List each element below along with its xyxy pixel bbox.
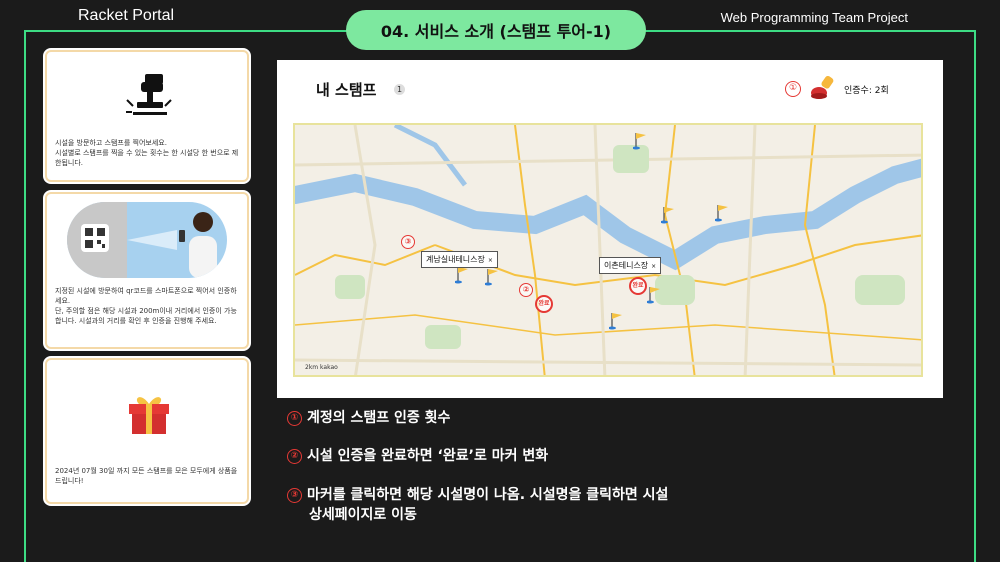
- project-name: Web Programming Team Project: [720, 10, 908, 25]
- facility-label-gyenam[interactable]: 계남실내테니스장 ×: [421, 251, 498, 268]
- annotation-marker-3: ③: [401, 235, 415, 249]
- stamp-info-desc: 시설을 방문하고 스탬프를 찍어보세요. 시설별로 스탬프를 찍을 수 있는 횟…: [55, 139, 239, 167]
- rubber-stamp-icon: [811, 75, 834, 99]
- slide-title: 04. 서비스 소개 (스탬프 투어-1): [346, 10, 646, 50]
- frame-left-line: [24, 30, 26, 562]
- facility-flag-icon[interactable]: [455, 265, 469, 285]
- facility-flag-icon[interactable]: [633, 131, 647, 151]
- my-stamps-badge: 1: [394, 84, 405, 95]
- note-item: ③ 마커를 클릭하면 해당 시설명이 나옴. 시설명을 클릭하면 시설 상세페이지…: [287, 485, 757, 525]
- note-number: ③: [287, 488, 302, 503]
- facility-flag-icon[interactable]: [485, 267, 499, 287]
- close-icon[interactable]: ×: [651, 263, 656, 270]
- done-marker[interactable]: 완료: [535, 295, 553, 313]
- close-icon[interactable]: ×: [488, 257, 493, 264]
- note-text: 마커를 클릭하면 해당 시설명이 나옴. 시설명을 클릭하면 시설: [307, 487, 669, 503]
- facility-label-ichon[interactable]: 이촌테니스장 ×: [599, 257, 662, 274]
- facility-flag-icon[interactable]: [609, 311, 623, 331]
- map-background: [295, 125, 921, 375]
- gift-icon: [129, 397, 169, 434]
- cert-count: 인증수: 2회: [844, 86, 889, 96]
- my-stamps-title: 내 스탬프: [316, 81, 377, 99]
- gift-info-card: 2024년 07월 30일 까지 모든 스탬프를 모은 모두에게 상품을 드립니…: [45, 358, 249, 504]
- note-number: ②: [287, 449, 302, 464]
- gift-info-desc: 2024년 07월 30일 까지 모든 스탬프를 모은 모두에게 상품을 드립니…: [55, 467, 238, 485]
- stamp-info-card: 시설을 방문하고 스탬프를 찍어보세요. 시설별로 스탬프를 찍을 수 있는 횟…: [45, 50, 249, 182]
- facility-label-text: 계남실내테니스장: [426, 255, 485, 264]
- done-marker[interactable]: 완료: [629, 277, 647, 295]
- facility-flag-icon[interactable]: [715, 203, 729, 223]
- map-scale-attribution: 2km kakao: [305, 364, 338, 371]
- qr-info-desc: 지정된 시설에 방문하여 qr코드를 스마트폰으로 찍어서 인증하세요. 단, …: [55, 287, 237, 325]
- annotation-marker-2: ②: [519, 283, 533, 297]
- note-text: 계정의 스탬프 인증 횟수: [307, 410, 451, 426]
- annotation-marker-1: ①: [785, 81, 801, 97]
- frame-right-line: [974, 30, 976, 562]
- note-item: ② 시설 인증을 완료하면 ‘완료’로 마커 변화: [287, 446, 757, 466]
- stamp-map[interactable]: 계남실내테니스장 × 이촌테니스장 × 완료 완료 ③ ② 2km kakao: [293, 123, 923, 377]
- facility-label-text: 이촌테니스장: [604, 261, 649, 270]
- note-number: ①: [287, 411, 302, 426]
- stamp-icon: [126, 74, 172, 115]
- slide-title-text: 04. 서비스 소개 (스탬프 투어-1): [380, 22, 612, 41]
- note-item: ① 계정의 스탬프 인증 횟수: [287, 408, 757, 428]
- note-text: 시설 인증을 완료하면 ‘완료’로 마커 변화: [307, 448, 549, 464]
- stamp-map-panel: 내 스탬프 1 ① 인증수: 2회 계남실내테니스장 × 이촌테니스장 × 완료…: [277, 60, 943, 398]
- note-text-continued: 상세페이지로 이동: [309, 507, 417, 523]
- qr-scan-icon: [67, 202, 227, 278]
- facility-flag-icon[interactable]: [661, 205, 675, 225]
- brand-title: Racket Portal: [78, 7, 175, 24]
- facility-flag-icon[interactable]: [647, 285, 661, 305]
- qr-info-card: 지정된 시설에 방문하여 qr코드를 스마트폰으로 찍어서 인증하세요. 단, …: [45, 192, 249, 349]
